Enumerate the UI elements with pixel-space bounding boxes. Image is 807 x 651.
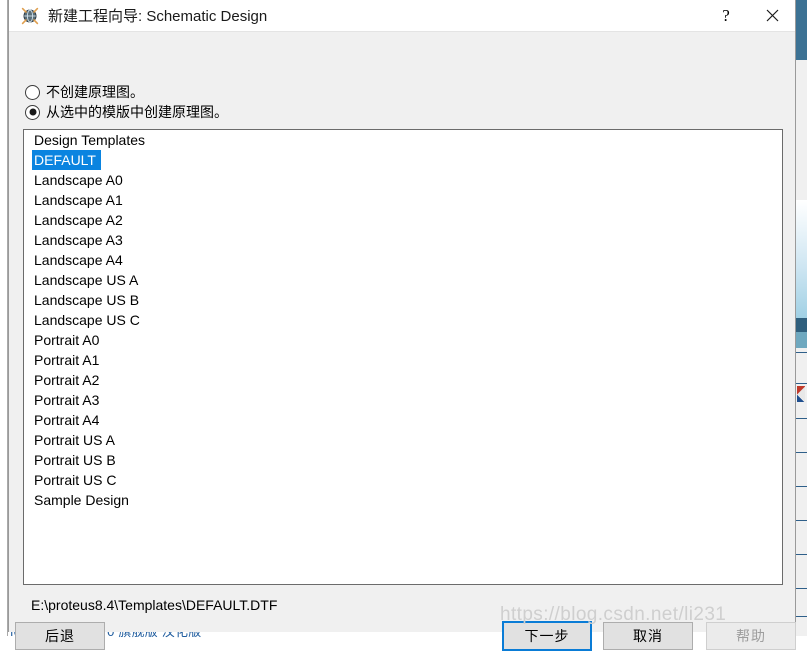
list-item-label: Landscape US B xyxy=(34,290,143,310)
design-templates-listbox[interactable]: Design Templates DEFAULT Landscape A0 La… xyxy=(23,129,783,585)
background-table-row-divider xyxy=(795,383,807,384)
background-scrollbar[interactable] xyxy=(795,0,807,636)
radio-from-template[interactable]: 从选中的模版中创建原理图。 xyxy=(25,102,228,122)
list-item-label: Landscape A0 xyxy=(34,170,127,190)
list-item-label: Portrait A1 xyxy=(34,350,103,370)
list-item[interactable]: Landscape A2 xyxy=(24,210,782,230)
background-table-row-divider xyxy=(795,520,807,521)
back-button[interactable]: 后退 xyxy=(15,622,105,650)
background-scrollbar-track-gradient xyxy=(796,200,807,320)
dialog-body: 不创建原理图。 从选中的模版中创建原理图。 Design Templates D… xyxy=(9,32,795,632)
radio-from-template-label: 从选中的模版中创建原理图。 xyxy=(46,102,228,122)
new-project-wizard-dialog: 新建工程向导: Schematic Design ? 不创建原理图。 从选中的模… xyxy=(8,0,796,632)
list-item-label: Portrait US A xyxy=(34,430,119,450)
list-item-label: Design Templates xyxy=(34,130,149,150)
background-table-row-divider xyxy=(795,554,807,555)
cancel-button[interactable]: 取消 xyxy=(603,622,693,650)
list-item[interactable]: Portrait US A xyxy=(24,430,782,450)
list-item-label: Landscape A2 xyxy=(34,210,127,230)
list-item-label: Portrait A3 xyxy=(34,390,103,410)
dialog-titlebar[interactable]: 新建工程向导: Schematic Design ? xyxy=(9,0,795,32)
list-item[interactable]: Portrait A4 xyxy=(24,410,782,430)
list-item[interactable]: Portrait A2 xyxy=(24,370,782,390)
list-item-label: Landscape A4 xyxy=(34,250,127,270)
background-scrollbar-thumb-tertiary[interactable] xyxy=(796,332,807,348)
next-button[interactable]: 下一步 xyxy=(502,621,592,651)
radio-no-schematic[interactable]: 不创建原理图。 xyxy=(25,82,144,102)
help-titlebar-button[interactable]: ? xyxy=(703,0,749,31)
list-item-label: Landscape US A xyxy=(34,270,142,290)
radio-no-schematic-mark[interactable] xyxy=(25,85,40,100)
list-item-label: Portrait A0 xyxy=(34,330,103,350)
radio-no-schematic-label: 不创建原理图。 xyxy=(46,82,144,102)
list-item[interactable]: Landscape US A xyxy=(24,270,782,290)
list-item-label: Landscape A3 xyxy=(34,230,127,250)
background-table-row-divider xyxy=(795,452,807,453)
list-item-label: Landscape A1 xyxy=(34,190,127,210)
background-scrollbar-thumb[interactable] xyxy=(796,0,807,60)
template-path-label: E:\proteus8.4\Templates\DEFAULT.DTF xyxy=(31,597,277,613)
background-table-row-divider xyxy=(795,486,807,487)
radio-from-template-mark[interactable] xyxy=(25,105,40,120)
list-item-label: Portrait US C xyxy=(34,470,120,490)
list-item-label: Portrait A4 xyxy=(34,410,103,430)
background-table-row-divider xyxy=(795,588,807,589)
list-item[interactable]: Sample Design xyxy=(24,490,782,510)
list-item[interactable]: DEFAULT xyxy=(24,150,782,170)
list-item[interactable]: Portrait US C xyxy=(24,470,782,490)
list-item-label: Sample Design xyxy=(34,490,133,510)
list-item[interactable]: Portrait A0 xyxy=(24,330,782,350)
background-table-row-divider xyxy=(795,418,807,419)
background-left-strip xyxy=(0,0,8,636)
list-item[interactable]: Landscape A4 xyxy=(24,250,782,270)
list-item[interactable]: Portrait A3 xyxy=(24,390,782,410)
dialog-title: 新建工程向导: Schematic Design xyxy=(48,5,267,26)
list-item[interactable]: Portrait A1 xyxy=(24,350,782,370)
list-item-label: Portrait A2 xyxy=(34,370,103,390)
list-item[interactable]: Landscape US C xyxy=(24,310,782,330)
list-item-label: Landscape US C xyxy=(34,310,144,330)
list-item[interactable]: Landscape A0 xyxy=(24,170,782,190)
close-icon[interactable] xyxy=(749,0,795,31)
list-item[interactable]: Landscape A3 xyxy=(24,230,782,250)
list-item-label: DEFAULT xyxy=(32,150,101,170)
list-item[interactable]: Portrait US B xyxy=(24,450,782,470)
help-button: 帮助 xyxy=(706,622,796,650)
list-item[interactable]: Landscape US B xyxy=(24,290,782,310)
background-row-marker-icon xyxy=(797,386,805,402)
list-item[interactable]: Design Templates xyxy=(24,130,782,150)
list-item[interactable]: Landscape A1 xyxy=(24,190,782,210)
list-item-label: Portrait US B xyxy=(34,450,120,470)
background-table-row-divider xyxy=(795,616,807,617)
background-table-row-divider xyxy=(795,352,807,353)
proteus-globe-icon xyxy=(21,7,39,25)
titlebar-buttons: ? xyxy=(703,0,795,31)
